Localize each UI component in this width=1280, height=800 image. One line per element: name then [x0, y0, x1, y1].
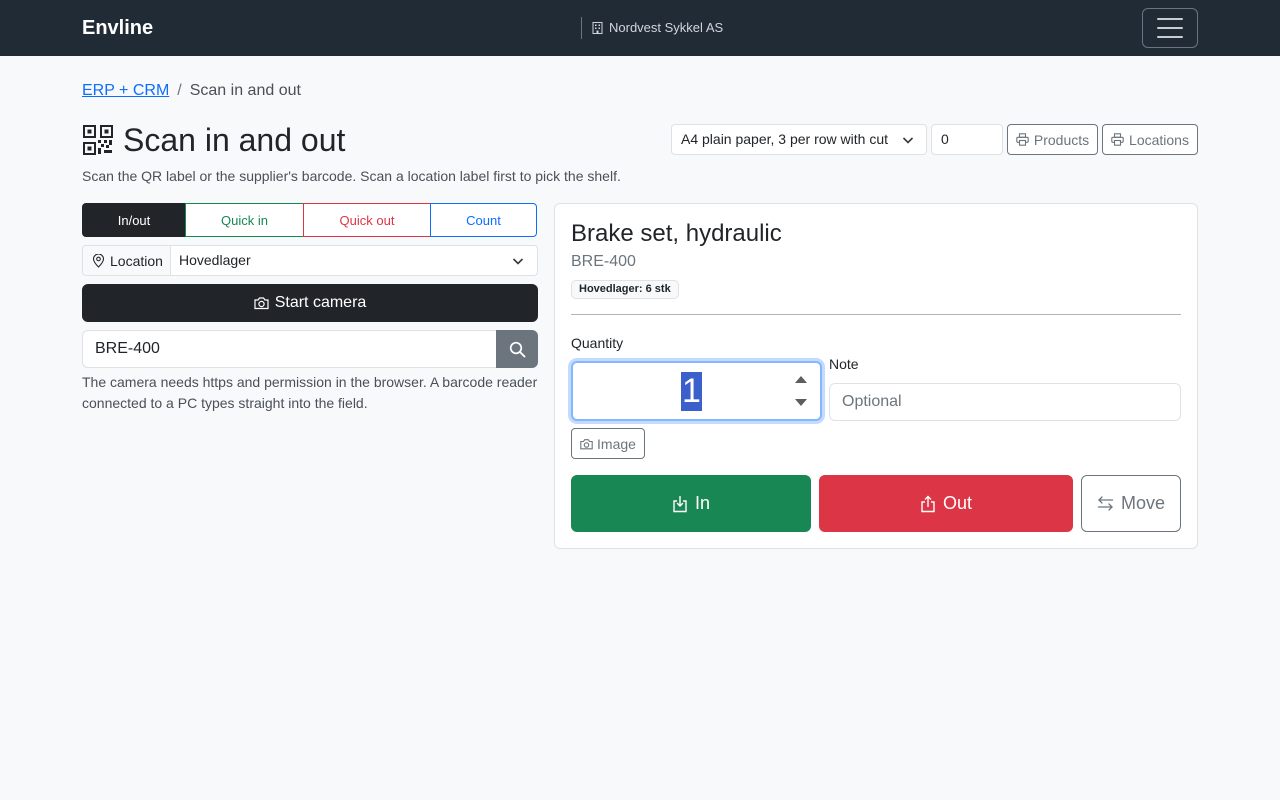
location-picker: Location Hovedlager — [82, 245, 538, 276]
print-products-label: Products — [1033, 131, 1090, 148]
print-locations-label: Locations — [1129, 131, 1189, 148]
out-button-label: Out — [942, 493, 972, 513]
box-arrow-up-icon — [921, 495, 935, 512]
mode-selector: In/out Quick in Quick out Count — [82, 203, 538, 237]
menu-toggle-button[interactable] — [1142, 8, 1198, 48]
arrows-swap-icon — [1097, 496, 1114, 511]
location-select[interactable]: Hovedlager — [171, 245, 538, 276]
breadcrumb: ERP + CRM / Scan in and out — [82, 82, 301, 100]
quantity-stepper[interactable]: 1 — [571, 361, 822, 421]
out-button[interactable]: Out — [819, 475, 1073, 532]
scan-group: BRE-400 — [82, 330, 538, 368]
building-icon — [592, 22, 603, 34]
spin-down-icon[interactable] — [795, 399, 807, 406]
navbar: Envline Nordvest Sykkel AS — [0, 0, 1280, 56]
location-selected-value: Hovedlager — [179, 252, 251, 268]
map-pin-icon — [92, 253, 105, 268]
mode-inout-button[interactable]: In/out — [82, 203, 186, 237]
company-indicator[interactable]: Nordvest Sykkel AS — [581, 17, 723, 39]
print-products-button[interactable]: Products — [1007, 124, 1098, 155]
print-locations-button[interactable]: Locations — [1102, 124, 1198, 155]
search-icon — [509, 341, 525, 357]
note-label: Note — [829, 356, 859, 372]
printer-icon — [1111, 133, 1124, 146]
chevron-down-icon — [512, 258, 524, 265]
mode-quick-out-button[interactable]: Quick out — [303, 203, 431, 237]
breadcrumb-separator: / — [177, 82, 182, 99]
scan-help-text: The camera needs https and permission in… — [82, 374, 538, 411]
box-arrow-in-icon — [673, 495, 687, 512]
brand-logo[interactable]: Envline — [82, 16, 153, 40]
camera-icon — [580, 438, 593, 449]
stock-badge: Hovedlager: 6 stk — [571, 280, 679, 299]
image-button[interactable]: Image — [571, 428, 645, 459]
product-name: Brake set, hydraulic — [571, 220, 782, 247]
location-label: Location — [82, 245, 171, 276]
note-field[interactable]: Optional — [829, 383, 1181, 421]
breadcrumb-current: Scan in and out — [189, 82, 301, 99]
printer-icon — [1016, 133, 1029, 146]
quantity-value: 1 — [681, 372, 702, 411]
move-button-label: Move — [1120, 493, 1165, 513]
location-label-text: Location — [110, 252, 163, 269]
spin-up-icon[interactable] — [795, 376, 807, 383]
label-count-input[interactable]: 0 — [931, 124, 1003, 155]
search-button[interactable] — [496, 330, 538, 368]
breadcrumb-link-erp[interactable]: ERP + CRM — [82, 82, 169, 100]
mode-quick-in-button[interactable]: Quick in — [185, 203, 304, 237]
divider — [571, 314, 1181, 315]
company-name: Nordvest Sykkel AS — [609, 20, 724, 35]
in-button[interactable]: In — [571, 475, 811, 532]
paper-format-value: A4 plain paper, 3 per row with cut — [681, 131, 889, 147]
page-title: Scan in and out — [123, 122, 346, 158]
scan-input[interactable]: BRE-400 — [82, 330, 496, 368]
camera-icon — [254, 297, 269, 310]
start-camera-button[interactable]: Start camera — [82, 284, 538, 322]
start-camera-label: Start camera — [274, 294, 367, 311]
move-button[interactable]: Move — [1081, 475, 1181, 532]
chevron-down-icon — [902, 137, 914, 144]
quantity-label: Quantity — [571, 335, 624, 351]
paper-format-select[interactable]: A4 plain paper, 3 per row with cut — [671, 124, 927, 155]
product-sku: BRE-400 — [571, 253, 636, 270]
qr-code-icon — [83, 125, 113, 155]
in-button-label: In — [694, 493, 710, 513]
page-header: Scan in and out — [82, 122, 345, 158]
mode-count-button[interactable]: Count — [430, 203, 537, 237]
image-button-label: Image — [597, 435, 636, 452]
product-card: Brake set, hydraulic BRE-400 Hovedlager:… — [554, 203, 1198, 549]
hamburger-icon — [1157, 18, 1183, 20]
page-subtitle: Scan the QR label or the supplier's barc… — [82, 168, 621, 184]
